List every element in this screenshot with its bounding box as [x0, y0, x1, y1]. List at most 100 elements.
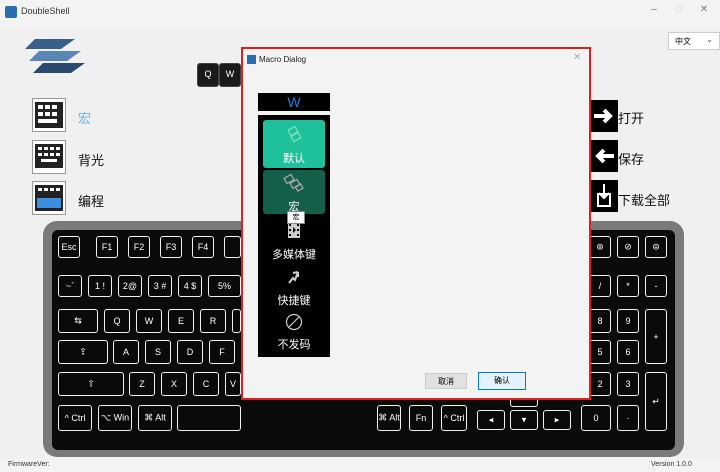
key-num-9[interactable]: 9 — [617, 309, 639, 333]
key-left-shift[interactable]: ⇧ — [58, 372, 124, 396]
option-shortcut[interactable]: 快捷键 — [263, 267, 325, 311]
key-q[interactable]: Q — [104, 309, 130, 333]
tooltip: 宏 — [287, 211, 305, 224]
key-d[interactable]: D — [177, 340, 203, 364]
macro-keys-icon — [283, 173, 304, 192]
key-num-minus[interactable]: - — [645, 275, 667, 297]
confirm-button[interactable]: 确认 — [478, 372, 526, 390]
app-icon — [5, 6, 17, 18]
menu-item-macro[interactable]: 宏 — [78, 108, 91, 127]
key-left-alt[interactable]: ⌘ Alt — [138, 405, 172, 431]
key-4[interactable]: 4 $ — [178, 275, 202, 297]
key-media-1[interactable]: ⊛ — [589, 236, 611, 258]
keys-icon — [287, 125, 302, 143]
chevron-down-icon: ⌄ — [706, 35, 713, 44]
key-grave[interactable]: ~` — [58, 275, 82, 297]
save-button[interactable]: 保存 — [618, 149, 644, 168]
language-select[interactable]: 中文 ⌄ — [668, 32, 720, 50]
key-c[interactable]: C — [193, 372, 219, 396]
key-num-multiply[interactable]: * — [617, 275, 639, 297]
option-macro[interactable]: 宏 — [263, 170, 325, 214]
key-f1[interactable]: F1 — [96, 236, 118, 258]
key-media-3[interactable]: ⊜ — [645, 236, 667, 258]
save-icon[interactable] — [590, 140, 618, 172]
minimize-button[interactable]: – — [644, 4, 664, 15]
key-f5[interactable] — [224, 236, 241, 258]
key-1[interactable]: 1 ! — [88, 275, 112, 297]
dialog-app-icon — [247, 55, 256, 64]
key-arrow-left[interactable]: ◂ — [477, 410, 505, 430]
key-right-ctrl[interactable]: ^ Ctrl — [441, 405, 467, 431]
download-icon[interactable] — [590, 180, 618, 212]
key-right-alt[interactable]: ⌘ Alt — [377, 405, 401, 431]
key-esc[interactable]: Esc — [58, 236, 80, 258]
macro-menu-icon[interactable] — [32, 98, 66, 132]
key-arrow-right[interactable]: ▸ — [543, 410, 571, 430]
preview-key-w: W — [219, 63, 241, 87]
option-no-output[interactable]: 不发码 — [263, 313, 325, 353]
key-num-decimal[interactable]: · — [617, 405, 639, 431]
key-num-8[interactable]: 8 — [589, 309, 611, 333]
key-5[interactable]: 5% — [208, 275, 241, 297]
key-v[interactable]: V — [225, 372, 241, 396]
key-num-6[interactable]: 6 — [617, 340, 639, 364]
key-x[interactable]: X — [161, 372, 187, 396]
key-f2[interactable]: F2 — [128, 236, 150, 258]
key-num-divide[interactable]: / — [589, 275, 611, 297]
key-arrow-down[interactable]: ▾ — [510, 410, 538, 430]
menu-item-programming[interactable]: 编程 — [78, 191, 104, 210]
title-bar — [0, 0, 720, 28]
key-3[interactable]: 3 # — [148, 275, 172, 297]
option-shortcut-label: 快捷键 — [277, 295, 311, 307]
key-f4[interactable]: F4 — [192, 236, 214, 258]
preview-key-q: Q — [197, 63, 219, 87]
key-e[interactable]: E — [168, 309, 194, 333]
maximize-button[interactable]: □ — [669, 4, 689, 15]
app-version-label: Version 1.0.0 — [651, 461, 692, 468]
key-caps-lock[interactable]: ⇪ — [58, 340, 108, 364]
close-button[interactable]: ✕ — [694, 4, 714, 15]
backlight-menu-icon[interactable] — [32, 140, 66, 174]
selected-key-display: W — [258, 93, 330, 111]
key-s[interactable]: S — [145, 340, 171, 364]
key-fn[interactable]: Fn — [409, 405, 433, 431]
open-icon[interactable] — [590, 100, 618, 132]
key-tab[interactable]: ⇆ — [58, 309, 98, 333]
key-num-0[interactable]: 0 — [581, 405, 611, 431]
brand-logo — [25, 39, 85, 73]
key-left-ctrl[interactable]: ^ Ctrl — [58, 405, 92, 431]
key-z[interactable]: Z — [129, 372, 155, 396]
open-button[interactable]: 打开 — [618, 108, 644, 127]
key-function-panel: 默认 宏 多媒体键 快捷键 不发码 — [258, 115, 330, 357]
option-multimedia[interactable]: 多媒体键 — [263, 219, 325, 263]
key-f3[interactable]: F3 — [160, 236, 182, 258]
key-num-2[interactable]: 2 — [589, 372, 611, 396]
key-r[interactable]: R — [200, 309, 226, 333]
option-default[interactable]: 默认 — [263, 120, 325, 168]
firmware-version-label: FirmwareVer: — [8, 461, 50, 468]
download-all-button[interactable]: 下载全部 — [618, 190, 670, 209]
option-default-label: 默认 — [283, 153, 305, 165]
key-num-plus[interactable]: + — [645, 309, 667, 364]
programming-menu-icon[interactable] — [32, 181, 66, 215]
key-a[interactable]: A — [113, 340, 139, 364]
menu-item-backlight[interactable]: 背光 — [78, 150, 104, 169]
key-2[interactable]: 2@ — [118, 275, 142, 297]
key-left-win[interactable]: ⌥ Win — [98, 405, 132, 431]
language-value: 中文 — [675, 37, 691, 46]
key-media-2[interactable]: ⊘ — [617, 236, 639, 258]
dialog-title: Macro Dialog — [259, 55, 307, 64]
key-num-3[interactable]: 3 — [617, 372, 639, 396]
key-w[interactable]: W — [136, 309, 162, 333]
key-space[interactable] — [177, 405, 241, 431]
option-multimedia-label: 多媒体键 — [272, 249, 316, 261]
option-no-output-label: 不发码 — [277, 339, 311, 351]
window-title: DoubleShell — [21, 6, 70, 16]
key-f[interactable]: F — [209, 340, 235, 364]
key-num-5[interactable]: 5 — [589, 340, 611, 364]
key-t[interactable] — [232, 309, 241, 333]
disabled-circle-icon — [285, 313, 303, 331]
cancel-button[interactable]: 取消 — [425, 373, 467, 389]
dialog-close-button[interactable]: ✕ — [573, 52, 581, 63]
key-num-enter[interactable]: ↵ — [645, 372, 667, 431]
